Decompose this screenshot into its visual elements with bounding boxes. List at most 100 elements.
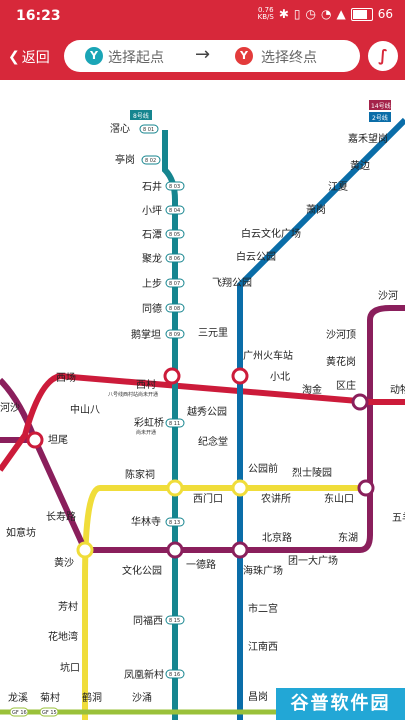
station-longxi[interactable]: 龙溪 [8, 691, 28, 704]
svg-text:如意坊: 如意坊 [6, 526, 36, 539]
svg-text:8 13: 8 13 [169, 520, 180, 526]
station-tuanyidaguangchang[interactable]: 团一大广场 [288, 554, 338, 567]
svg-text:北京路: 北京路 [262, 531, 292, 544]
line-8-badge-label: 8号线 [133, 112, 149, 120]
station-zhongshanba[interactable]: 中山八 [70, 403, 100, 416]
line-1-track [82, 485, 370, 720]
svg-text:8 16: 8 16 [169, 672, 180, 678]
station-quzhuang[interactable]: 区庄 [336, 379, 369, 411]
station-ruyifang[interactable]: 如意坊 [6, 526, 36, 539]
station-wuyangcun[interactable]: 五羊 [392, 511, 405, 524]
svg-text:GF 16: GF 16 [12, 710, 27, 716]
signal-icon: ▲ [336, 7, 346, 21]
station-shaheding[interactable]: 沙河顶 [326, 329, 356, 341]
station-dongwuyuan[interactable]: 动物园 [390, 383, 405, 396]
station-nongjiangsuo[interactable]: 农讲所 [261, 492, 291, 505]
svg-text:烈士陵园: 烈士陵园 [292, 466, 332, 479]
svg-text:萧岗: 萧岗 [306, 204, 326, 216]
line-2-badge-label: 2号线 [372, 114, 388, 122]
station-juxi[interactable]: 菊村 [40, 691, 60, 704]
alarm-icon: ◷ [305, 7, 316, 21]
svg-text:白云文化广场: 白云文化广场 [241, 227, 301, 240]
station-fangcun[interactable]: 芳村 [58, 600, 78, 613]
station-huangbian[interactable]: 黄边 [350, 159, 370, 172]
route-header: ❮ 返回 Y 选择起点 → Y 选择终点 ∫ [0, 34, 405, 80]
svg-text:白云公园: 白云公园 [236, 250, 276, 263]
station-xilang[interactable]: GF 16 [9, 707, 29, 717]
station-shahe[interactable]: 沙河 [378, 290, 398, 302]
svg-text:西场: 西场 [56, 371, 76, 384]
svg-text:8 05: 8 05 [169, 232, 180, 238]
station-xichang[interactable]: 西场 [56, 371, 76, 384]
svg-text:中山八: 中山八 [70, 403, 100, 416]
swap-route-button[interactable]: ∫ [368, 41, 398, 71]
station-dongshankou[interactable]: 东山口 [324, 479, 375, 505]
station-huanghuagang[interactable]: 黄花岗 [326, 355, 356, 368]
svg-text:上步: 上步 [142, 278, 162, 290]
station-jiahewanggang[interactable]: 嘉禾望岗 [348, 132, 388, 145]
status-icons: 0.76 KB/S ✱ ▯ ◷ ◔ ▲ 66 [257, 6, 393, 22]
svg-text:聚龙: 聚龙 [142, 252, 162, 265]
svg-text:8 08: 8 08 [169, 306, 180, 312]
start-station-field[interactable]: 选择起点 [108, 47, 164, 67]
station-xiaojing[interactable]: 萧岗 [306, 204, 326, 216]
svg-text:江南西: 江南西 [248, 640, 278, 653]
metro-map-canvas[interactable]: 8号线 14号线 2号线 滘心 8 01 亭岗 8 02 石井 8 03 小坪 8 04… [0, 80, 405, 720]
station-xiaobei[interactable]: 小北 [270, 371, 290, 383]
station-shijing[interactable]: 石井 8 03 [142, 180, 185, 193]
station-jiangxia[interactable]: 江夏 [328, 181, 348, 193]
station-tinggang[interactable]: 亭岗 8 02 [115, 153, 161, 166]
metro-map[interactable]: 8号线 14号线 2号线 滘心 8 01 亭岗 8 02 石井 8 03 小坪 8 04… [0, 80, 405, 720]
watermark-logo: 谷普软件园 [276, 688, 405, 720]
station-heyongsha[interactable]: 河沙 [0, 402, 20, 414]
station-lixin[interactable]: 滘心 8 01 [110, 123, 159, 135]
svg-text:8 11: 8 11 [169, 421, 180, 427]
back-button[interactable]: ❮ 返回 [8, 47, 50, 67]
vibrate-icon: ▯ [293, 7, 301, 21]
station-taojin[interactable]: 淘金 [302, 383, 322, 396]
station-huadiwan[interactable]: 花地湾 [48, 630, 78, 643]
station-tanwei[interactable]: 坦尾 [26, 431, 68, 449]
svg-text:陈家祠: 陈家祠 [125, 468, 155, 481]
station-changgang[interactable]: 昌岗 [248, 691, 268, 703]
station-jiangnanxi[interactable]: 江南西 [248, 640, 278, 653]
svg-text:河沙: 河沙 [0, 402, 20, 414]
svg-text:鹤洞: 鹤洞 [82, 691, 102, 704]
svg-text:滘心: 滘心 [110, 123, 130, 135]
station-yuexiugongyuan[interactable]: 越秀公园 [187, 405, 227, 418]
station-yidelu[interactable]: 一德路 [186, 558, 216, 571]
swap-icon: ∫ [378, 46, 388, 65]
network-speed: 0.76 KB/S [257, 6, 274, 21]
station-baiyunwenhua[interactable]: 白云文化广场 [241, 227, 301, 240]
station-shayong[interactable]: 沙涌 [132, 692, 152, 704]
svg-text:沙河: 沙河 [378, 290, 398, 302]
svg-text:8 04: 8 04 [169, 208, 180, 214]
station-shiergong[interactable]: 市二宫 [248, 602, 278, 615]
svg-text:嘉禾望岗: 嘉禾望岗 [348, 132, 388, 145]
svg-text:彩虹桥: 彩虹桥 [134, 417, 164, 429]
status-bar: 16:23 0.76 KB/S ✱ ▯ ◷ ◔ ▲ 66 [0, 0, 405, 34]
station-lieshilingyuan[interactable]: 烈士陵园 [292, 466, 332, 479]
battery-icon [350, 7, 373, 21]
station-feixianggongyuan[interactable]: 飞翔公园 [212, 276, 252, 289]
svg-text:西门口: 西门口 [193, 492, 223, 505]
svg-text:菊村: 菊村 [40, 691, 60, 704]
svg-text:坦尾: 坦尾 [48, 433, 68, 446]
svg-text:坑口: 坑口 [60, 661, 80, 674]
station-sanyuanli[interactable]: 三元里 [198, 327, 228, 339]
svg-text:花地湾: 花地湾 [48, 630, 78, 643]
battery-level: 66 [377, 7, 393, 21]
station-changshoulu[interactable]: 长寿路 [46, 510, 76, 523]
station-kengkou[interactable]: 坑口 [60, 661, 80, 674]
station-donghu[interactable]: 东湖 [338, 531, 358, 544]
svg-text:飞翔公园: 飞翔公园 [212, 276, 252, 289]
station-ximenkou[interactable]: 西门口 [193, 492, 223, 505]
station-beijinglu[interactable]: 北京路 [262, 531, 292, 544]
station-jiaoxi[interactable]: GF 15 [39, 707, 59, 717]
station-hechong[interactable]: 鹤洞 [82, 691, 102, 704]
end-station-field[interactable]: 选择终点 [261, 47, 317, 67]
svg-text:五羊: 五羊 [392, 511, 405, 524]
station-baiyungongyuan[interactable]: 白云公园 [236, 250, 276, 263]
svg-text:芳村: 芳村 [58, 600, 78, 613]
station-jinianta[interactable]: 纪念堂 [198, 435, 228, 448]
